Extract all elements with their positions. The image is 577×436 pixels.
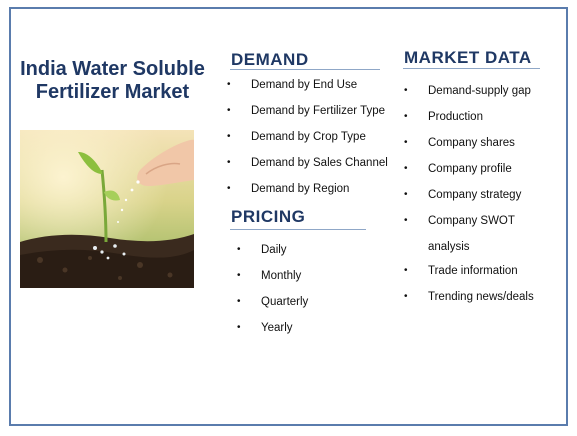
pricing-divider: [230, 229, 366, 230]
market-data-list: • Demand-supply gap • Production • Company …: [404, 83, 534, 315]
list-item: • Company shares: [404, 137, 515, 149]
list-item: • Quarterly: [237, 296, 309, 308]
list-item: • Trending news/deals: [404, 291, 534, 303]
list-item: • Demand by Sales Channel: [227, 157, 388, 169]
seedling-photo: [20, 130, 194, 288]
pricing-heading: PRICING: [231, 207, 306, 226]
list-item: • Trade information: [404, 265, 518, 277]
bullet-icon: •: [404, 189, 408, 200]
market-data-divider: [403, 68, 540, 69]
bullet-icon: •: [237, 270, 241, 281]
bullet-icon: •: [404, 265, 408, 276]
list-item: • Demand-supply gap: [404, 85, 531, 97]
list-item: • Monthly: [237, 270, 302, 282]
pricing-list: • Daily • Monthly • Quarterly • Yearly: [237, 242, 308, 346]
demand-list: • Demand by End Use • Demand by Fertilizer…: [227, 77, 388, 207]
list-item: • Demand by Region: [227, 183, 350, 195]
report-title: India Water Soluble Fertilizer Market: [20, 58, 205, 103]
list-item: • Yearly: [237, 322, 293, 334]
bullet-icon: •: [227, 131, 231, 142]
list-item: analysis: [428, 241, 470, 253]
bullet-icon: •: [404, 215, 408, 226]
list-item: • Demand by Crop Type: [227, 131, 366, 143]
bullet-icon: •: [404, 85, 408, 96]
list-item: • Demand by End Use: [227, 79, 358, 91]
bullet-icon: •: [404, 111, 408, 122]
bullet-icon: •: [227, 183, 231, 194]
list-item: • Daily: [237, 244, 287, 256]
list-item: • Production: [404, 111, 483, 123]
list-item: • Company profile: [404, 163, 512, 175]
bullet-icon: •: [237, 296, 241, 307]
bullet-icon: •: [227, 157, 231, 168]
market-data-heading: MARKET DATA: [404, 48, 532, 67]
bullet-icon: •: [227, 79, 231, 90]
demand-divider: [230, 69, 380, 70]
bullet-icon: •: [404, 163, 408, 174]
bullet-icon: •: [404, 291, 408, 302]
list-item: • Demand by Fertilizer Type: [227, 105, 386, 117]
bullet-icon: •: [227, 105, 231, 116]
bullet-icon: •: [237, 244, 241, 255]
list-item: • Company strategy: [404, 189, 522, 201]
bullet-icon: •: [404, 137, 408, 148]
bullet-icon: •: [237, 322, 241, 333]
demand-heading: DEMAND: [231, 50, 309, 69]
list-item: • Company SWOT: [404, 215, 515, 227]
